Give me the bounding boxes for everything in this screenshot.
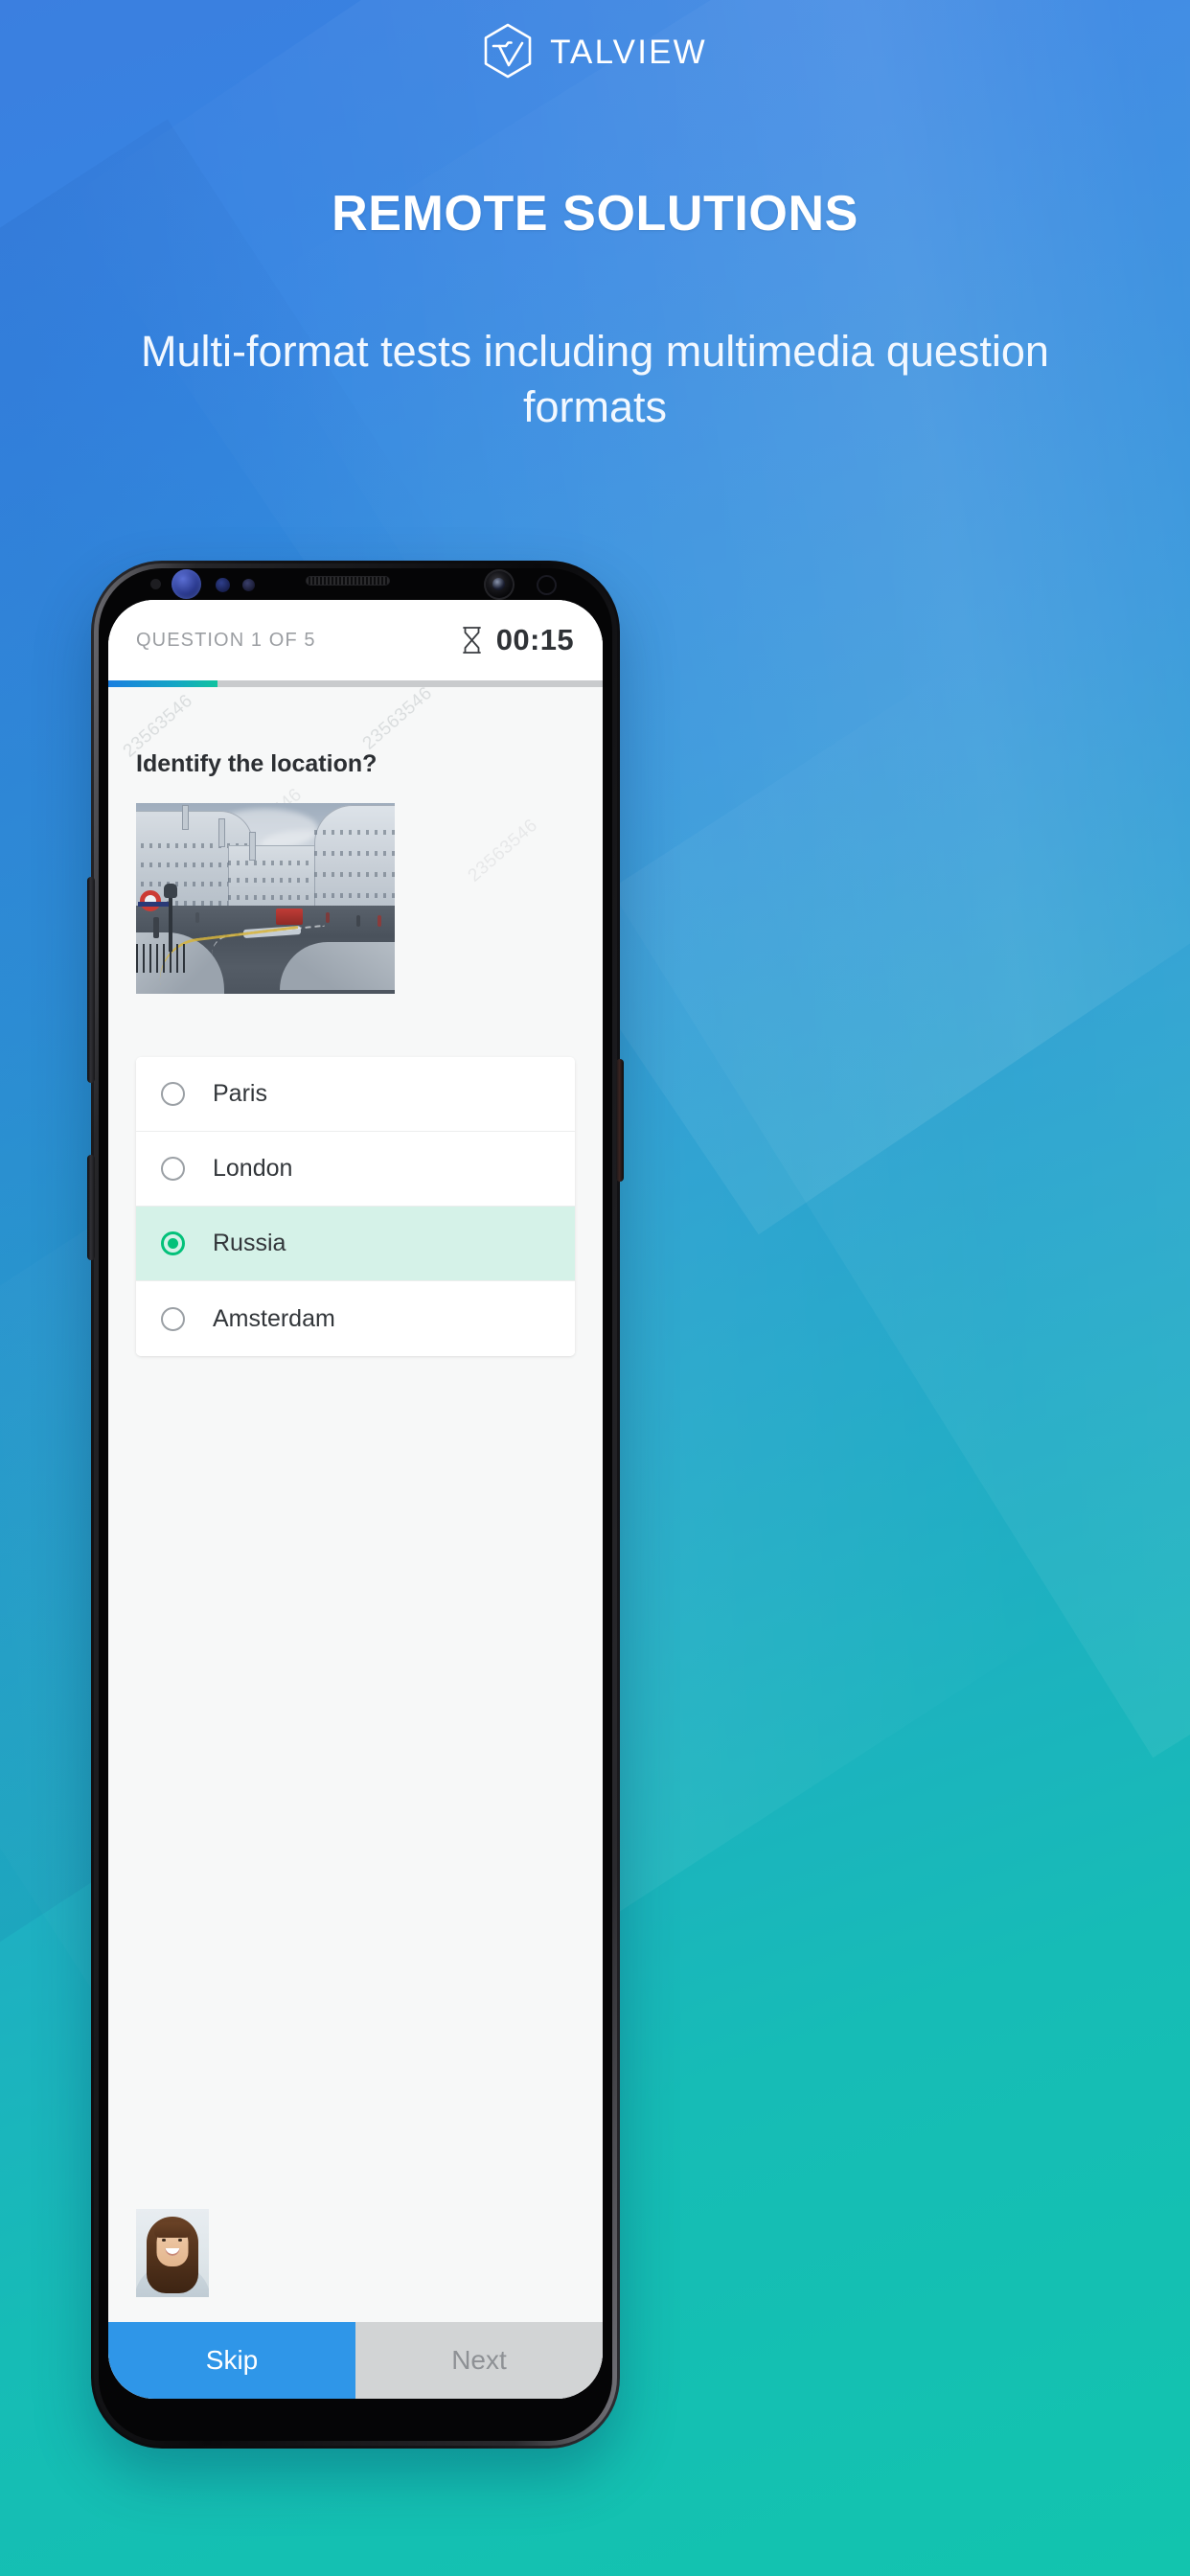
- volume-rocker-button[interactable]: [87, 877, 95, 1083]
- answer-option-label: London: [213, 1155, 293, 1182]
- light-sensor-icon: [150, 579, 161, 589]
- pedestrian: [356, 915, 360, 927]
- assistant-button[interactable]: [87, 1155, 95, 1260]
- earpiece-speaker-icon: [306, 576, 390, 586]
- question-counter: QUESTION 1 OF 5: [136, 629, 316, 651]
- question-scroll-area[interactable]: 23563546 23563546 23563546 23563546 2356…: [108, 687, 603, 2322]
- question-media-image: [136, 803, 395, 994]
- promo-screenshot: TALVIEW REMOTE SOLUTIONS Multi-format te…: [0, 0, 1190, 2576]
- answer-option-label: Russia: [213, 1230, 286, 1256]
- power-button[interactable]: [616, 1059, 624, 1182]
- pedestrian: [378, 915, 381, 927]
- ir-sensor-icon: [216, 578, 230, 592]
- front-camera-icon: [484, 569, 515, 600]
- underground-roundel-icon: [138, 890, 172, 911]
- pedestrian: [153, 917, 159, 938]
- answer-option-paris[interactable]: Paris: [136, 1057, 575, 1132]
- next-button[interactable]: Next: [355, 2322, 603, 2399]
- answer-option-label: Paris: [213, 1080, 267, 1107]
- app-action-bar: Skip Next: [108, 2322, 603, 2399]
- page-title: REMOTE SOLUTIONS: [332, 186, 858, 242]
- answer-option-amsterdam[interactable]: Amsterdam: [136, 1281, 575, 1356]
- iris-scanner-icon: [172, 569, 201, 599]
- proximity-sensor-icon: [242, 579, 255, 591]
- app-topbar: QUESTION 1 OF 5 00:15: [108, 600, 603, 680]
- answer-options-list: Paris London Russia Amsterdam: [136, 1057, 575, 1356]
- answer-option-russia[interactable]: Russia: [136, 1207, 575, 1281]
- brand-lockup: TALVIEW: [0, 23, 1190, 79]
- answer-option-label: Amsterdam: [213, 1304, 335, 1332]
- page-subtitle: Multi-format tests including multimedia …: [141, 327, 1049, 431]
- radio-button-selected-icon[interactable]: [161, 1231, 185, 1255]
- candidate-eye: [162, 2239, 166, 2242]
- skip-button[interactable]: Skip: [108, 2322, 355, 2399]
- iron-railing: [136, 944, 188, 973]
- timer: 00:15: [460, 623, 574, 657]
- radio-button-icon[interactable]: [161, 1082, 185, 1106]
- pedestrian: [195, 912, 199, 923]
- radio-button-icon[interactable]: [161, 1306, 185, 1331]
- red-bus: [276, 908, 303, 925]
- pedestrian: [326, 912, 330, 923]
- sensor-cluster: [108, 561, 603, 600]
- webcam-proctor-thumbnail[interactable]: [136, 2209, 209, 2297]
- phone-screen: QUESTION 1 OF 5 00:15 23563546 23563546 …: [108, 600, 603, 2399]
- answer-option-london[interactable]: London: [136, 1132, 575, 1207]
- watermark: 23563546: [464, 815, 542, 886]
- question-progress-fill: [108, 680, 217, 687]
- assessment-app: QUESTION 1 OF 5 00:15 23563546 23563546 …: [108, 600, 603, 2399]
- phone-mockup: QUESTION 1 OF 5 00:15 23563546 23563546 …: [87, 561, 624, 2449]
- brand-wordmark: TALVIEW: [550, 34, 707, 71]
- flood-illuminator-icon: [537, 575, 557, 595]
- watermark: 23563546: [358, 687, 437, 754]
- candidate-eye: [178, 2239, 182, 2242]
- candidate-fringe: [154, 2222, 191, 2238]
- question-text: Identify the location?: [136, 750, 378, 777]
- radio-button-icon[interactable]: [161, 1157, 185, 1181]
- talview-hexagon-v-logo-icon: [484, 23, 532, 79]
- hourglass-icon: [462, 627, 481, 654]
- question-progress-bar: [108, 680, 603, 687]
- timer-value: 00:15: [495, 623, 574, 656]
- street-lamp: [164, 884, 177, 952]
